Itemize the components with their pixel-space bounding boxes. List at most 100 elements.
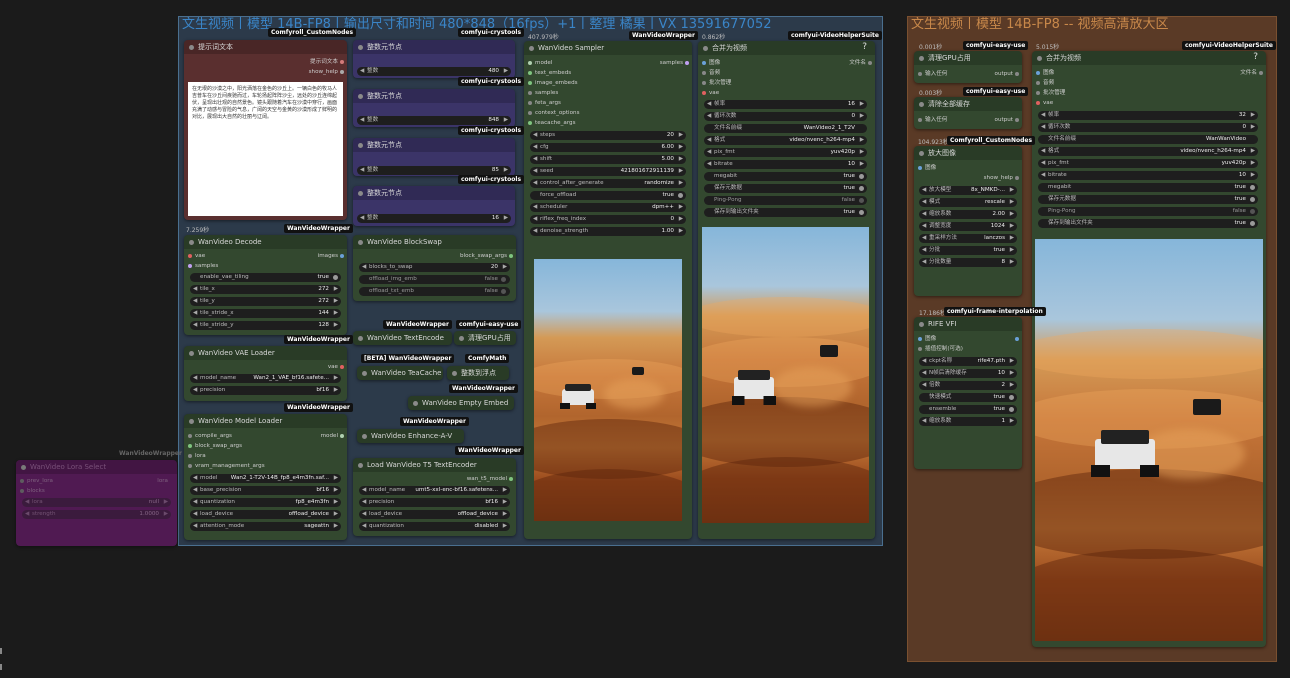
collapse-dot-icon[interactable] <box>919 321 924 327</box>
ml-vram-row[interactable]: vram_management_args <box>184 461 347 471</box>
sampler-context-row[interactable]: context_options <box>524 108 692 118</box>
int-node-header[interactable]: 整数元节点 <box>353 89 515 103</box>
t5-output-row[interactable]: wan_t5_model <box>353 474 516 484</box>
vae-loader-node[interactable]: WanVideo VAE Loader vae ◀ model_name Wan2_… <box>184 346 347 401</box>
prompt-output-row[interactable]: 提示词文本 <box>184 57 347 67</box>
output-slot[interactable] <box>1015 72 1019 76</box>
gpu-clear-header[interactable]: 清理GPU占用 <box>454 331 516 345</box>
t5-load-device[interactable]: ◀ load_device offload_device ▶ <box>359 510 510 519</box>
ml-model[interactable]: ◀ model Wan2_1-T2V-14B_fp8_e4m3fn.saf... ▶ <box>190 474 341 483</box>
decode-widget-vae-tiling[interactable]: enable_vae_tiling true <box>190 273 341 282</box>
output-slot[interactable] <box>1015 337 1019 341</box>
blockswap-node[interactable]: WanVideo BlockSwap block_swap_args ◀ bloc… <box>353 235 516 301</box>
input-slot[interactable] <box>188 464 192 468</box>
collapse-dot-icon[interactable] <box>362 370 367 376</box>
sampler-image-embeds-row[interactable]: image_embeds <box>524 78 692 88</box>
upscale-factor[interactable]: ◀ 缩放系数 2.00 ▶ <box>919 210 1017 219</box>
lora-select-node[interactable]: WanVideo Lora Select prev_lora lora block… <box>16 460 177 546</box>
gpu-clear-node[interactable]: 清理GPU占用 <box>454 331 516 345</box>
upscale-header[interactable]: 放大图像 <box>914 146 1022 160</box>
collapse-dot-icon[interactable] <box>362 433 367 439</box>
collapse-dot-icon[interactable] <box>189 44 194 50</box>
c1-save-output[interactable]: 保存到输出文件夹 true <box>704 208 867 217</box>
sampler-control-after[interactable]: ◀ control_after_generate randomize ▶ <box>530 179 686 188</box>
combine1-node[interactable]: 合并为视频 ? 图像 文件名 音频 批次管理 vae ◀ 帧率 16 ▶ ◀ 循环次数 0 ▶… <box>698 41 875 539</box>
int-node-5[interactable]: 整数元节点 ◀ 整数 16 ▶ <box>353 186 515 226</box>
vae-output-row[interactable]: vae <box>184 362 347 372</box>
output-slot[interactable] <box>1259 71 1263 75</box>
sampler-scheduler[interactable]: ◀ scheduler dpm++ ▶ <box>530 203 686 212</box>
int-node-header[interactable]: 整数元节点 <box>353 138 515 152</box>
rife-scale[interactable]: ◀ 缩放系数 1 ▶ <box>919 417 1017 426</box>
input-slot[interactable] <box>528 101 532 105</box>
rife-fast-mode[interactable]: 快速模式 true <box>919 393 1017 402</box>
ml-attention-mode[interactable]: ◀ attention_mode sageattn ▶ <box>190 522 341 531</box>
help-icon[interactable]: ? <box>862 42 867 52</box>
teacache-header[interactable]: WanVideo TeaCache <box>357 366 443 380</box>
input-slot[interactable] <box>528 81 532 85</box>
c2-bitrate[interactable]: ◀ bitrate 10 ▶ <box>1038 171 1258 180</box>
decode-widget-stride-x[interactable]: ◀ tile_stride_x 144 ▶ <box>190 309 341 318</box>
combine1-vae-row[interactable]: vae <box>698 88 875 98</box>
input-slot[interactable] <box>702 91 706 95</box>
sampler-teacache-row[interactable]: teacache_args <box>524 118 692 128</box>
combine2-audio-row[interactable]: 音频 <box>1032 78 1266 88</box>
int-node-header[interactable]: 整数元节点 <box>353 40 515 54</box>
input-slot[interactable] <box>702 81 706 85</box>
lora-prev-row[interactable]: prev_lora lora <box>16 476 177 486</box>
ml-blockswap-row[interactable]: block_swap_args <box>184 441 347 451</box>
ml-load-device[interactable]: ◀ load_device offload_device ▶ <box>190 510 341 519</box>
collapse-dot-icon[interactable] <box>358 190 363 196</box>
input-slot[interactable] <box>702 61 706 65</box>
collapse-dot-icon[interactable] <box>189 239 194 245</box>
output-slot[interactable] <box>1015 176 1019 180</box>
collapse-dot-icon[interactable] <box>358 44 363 50</box>
int-node-header[interactable]: 整数元节点 <box>353 186 515 200</box>
empty-embed-node[interactable]: WanVideo Empty Embed <box>408 396 514 410</box>
lora-blocks-row[interactable]: blocks <box>16 486 177 496</box>
mem-io-row[interactable]: 输入任何 output <box>914 115 1022 125</box>
int-node-1b-widget[interactable]: ◀ 整数 848 ▶ <box>357 116 511 125</box>
input-slot[interactable] <box>918 72 922 76</box>
input-slot[interactable] <box>528 91 532 95</box>
sampler-steps[interactable]: ◀ steps 20 ▶ <box>530 131 686 140</box>
blockswap-header[interactable]: WanVideo BlockSwap <box>353 235 516 249</box>
float-header[interactable]: 整数到浮点 <box>447 366 509 380</box>
input-slot[interactable] <box>188 444 192 448</box>
combine1-images-row[interactable]: 图像 文件名 <box>698 58 875 68</box>
collapse-dot-icon[interactable] <box>459 335 464 341</box>
c2-save-output[interactable]: 保存到输出文件夹 true <box>1038 219 1258 228</box>
ml-compile-row[interactable]: compile_args model <box>184 431 347 441</box>
input-slot[interactable] <box>1036 81 1040 85</box>
prompt-node-header[interactable]: 提示词文本 <box>184 40 347 54</box>
gpu-clear-node-2[interactable]: 清理GPU占用 输入任何 output <box>914 51 1022 83</box>
input-slot[interactable] <box>702 71 706 75</box>
blockswap-output-row[interactable]: block_swap_args <box>353 251 516 261</box>
rife-clear-cache[interactable]: ◀ N帧后清除缓存 10 ▶ <box>919 369 1017 378</box>
offload-txt-emb[interactable]: offload_txt_emb false <box>359 287 510 296</box>
collapse-dot-icon[interactable] <box>919 55 924 61</box>
decode-vae-row[interactable]: vae images <box>184 251 347 261</box>
input-slot[interactable] <box>188 264 192 268</box>
combine1-header[interactable]: 合并为视频 <box>698 41 875 55</box>
combine2-header[interactable]: 合并为视频 <box>1032 51 1266 65</box>
int-node-3-widget[interactable]: ◀ 整数 85 ▶ <box>357 166 511 175</box>
collapse-dot-icon[interactable] <box>358 142 363 148</box>
output-slot[interactable] <box>685 61 689 65</box>
vae-loader-header[interactable]: WanVideo VAE Loader <box>184 346 347 360</box>
rife-ckpt[interactable]: ◀ ckpt名称 rife47.pth ▶ <box>919 357 1017 366</box>
teacache-node[interactable]: WanVideo TeaCache <box>357 366 443 380</box>
input-slot[interactable] <box>918 347 922 351</box>
enhance-node[interactable]: WanVideo Enhance-A-V <box>357 429 464 443</box>
input-slot[interactable] <box>1036 101 1040 105</box>
sampler-cfg[interactable]: ◀ cfg 6.00 ▶ <box>530 143 686 152</box>
collapse-dot-icon[interactable] <box>358 239 363 245</box>
offload-img-emb[interactable]: offload_img_emb false <box>359 275 510 284</box>
t5-model-name[interactable]: ◀ model_name umt5-xxl-enc-bf16.safetens...… <box>359 486 510 495</box>
int-node-1[interactable]: 整数元节点 ◀ 整数 480 ▶ <box>353 40 515 78</box>
input-slot[interactable] <box>20 479 24 483</box>
c2-ping-pong[interactable]: Ping-Pong false <box>1038 207 1258 216</box>
input-slot[interactable] <box>20 489 24 493</box>
sampler-header[interactable]: WanVideo Sampler <box>524 41 692 55</box>
vae-precision[interactable]: ◀ precision bf16 ▶ <box>190 386 341 395</box>
